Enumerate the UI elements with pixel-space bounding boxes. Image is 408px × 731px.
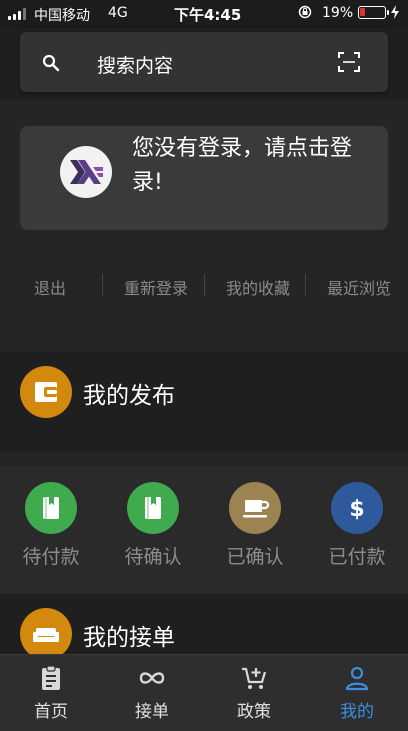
svg-text:$: $ (349, 497, 364, 522)
status-pending-confirm[interactable]: 待确认 (113, 482, 193, 569)
nav-label: 政策 (237, 702, 271, 722)
nav-home[interactable]: 首页 (11, 663, 91, 722)
login-prompt[interactable]: 您没有登录，请点击登录! (132, 132, 362, 200)
my-publish-section[interactable]: 我的发布 (0, 352, 408, 452)
charging-icon (391, 5, 399, 19)
status-label: 已确认 (226, 546, 284, 568)
carrier-name: 中国移动 (34, 8, 90, 24)
status-pending-payment[interactable]: 待付款 (11, 482, 91, 569)
search-input[interactable]: 搜索内容 (97, 51, 173, 78)
sofa-icon (20, 608, 72, 660)
book-icon (127, 482, 179, 534)
my-orders-title: 我的接单 (83, 625, 175, 651)
status-confirmed[interactable]: 已确认 (215, 482, 295, 569)
person-icon (345, 666, 369, 691)
status-label: 已付款 (328, 546, 386, 568)
search-header: 搜索内容 (0, 28, 408, 100)
cart-add-icon (242, 667, 267, 689)
recent-button[interactable]: 最近浏览 (327, 278, 391, 312)
nav-orders[interactable]: 接单 (112, 663, 192, 722)
search-icon (42, 54, 60, 72)
haskell-logo-icon (60, 146, 112, 198)
status-label: 待确认 (124, 546, 182, 568)
divider (305, 274, 306, 296)
relogin-button[interactable]: 重新登录 (124, 278, 188, 312)
nav-label: 接单 (135, 702, 169, 722)
quick-actions: 退出 重新登录 我的收藏 最近浏览 (0, 268, 408, 318)
order-status-panel: 待付款 待确认 已确认 $ 已付款 (0, 466, 408, 594)
nav-label: 首页 (34, 702, 68, 722)
battery-icon (358, 6, 389, 19)
signal-icon (8, 8, 30, 20)
coffee-cup-icon (229, 482, 281, 534)
nav-policy[interactable]: 政策 (214, 663, 294, 722)
infinity-icon (139, 672, 165, 684)
my-publish-title: 我的发布 (83, 383, 175, 409)
login-card[interactable]: 您没有登录，请点击登录! (20, 126, 388, 230)
battery-percent: 19% (322, 5, 354, 21)
divider (204, 274, 205, 296)
nav-mine[interactable]: 我的 (317, 663, 397, 722)
dollar-icon: $ (331, 482, 383, 534)
divider (102, 274, 103, 296)
scan-icon[interactable] (338, 52, 360, 72)
status-bar: 中国移动 4G 下午4:45 19% (0, 0, 408, 28)
bottom-nav: 首页 接单 政策 我的 (0, 654, 408, 731)
rotation-lock-icon (298, 5, 312, 19)
status-paid[interactable]: $ 已付款 (317, 482, 397, 569)
network-type: 4G (108, 5, 128, 21)
book-icon (25, 482, 77, 534)
my-orders-section[interactable]: 我的接单 (0, 594, 408, 660)
clipboard-icon (42, 665, 60, 690)
nav-label: 我的 (340, 702, 374, 722)
wallet-icon (20, 366, 72, 418)
search-bar[interactable]: 搜索内容 (20, 32, 388, 92)
status-label: 待付款 (22, 546, 80, 568)
clock: 下午4:45 (174, 6, 242, 24)
favorites-button[interactable]: 我的收藏 (226, 278, 290, 312)
logout-button[interactable]: 退出 (34, 278, 98, 312)
